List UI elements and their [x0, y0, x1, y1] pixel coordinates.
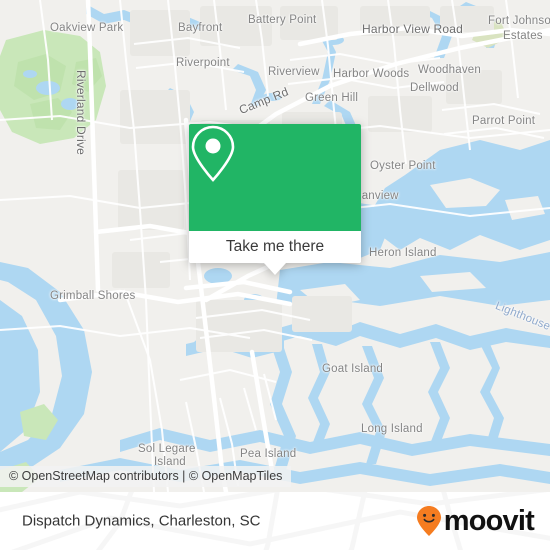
moovit-wordmark: moovit: [443, 504, 535, 537]
map-pin-icon: [191, 125, 235, 182]
take-me-there-label: Take me there: [225, 238, 325, 255]
footer-bar: Dispatch Dynamics, Charleston, SC moovit: [0, 492, 550, 550]
moovit-smiley-pin-icon: [416, 506, 441, 536]
moovit-brand[interactable]: moovit: [416, 504, 535, 537]
page-title: Dispatch Dynamics, Charleston, SC: [22, 512, 261, 530]
attribution-text: © OpenStreetMap contributors | © OpenMap…: [9, 469, 283, 483]
map-screenshot: Oakview Park Bayfront Battery Point Harb…: [0, 0, 550, 550]
popup-pointer: [264, 263, 286, 275]
popup-action-bar[interactable]: Take me there: [189, 231, 361, 263]
popup-body: Take me there: [189, 124, 361, 263]
popup-image-area: [189, 124, 361, 231]
location-popup[interactable]: Take me there: [189, 124, 361, 275]
map-attribution[interactable]: © OpenStreetMap contributors | © OpenMap…: [0, 466, 292, 487]
map-canvas[interactable]: Oakview Park Bayfront Battery Point Harb…: [0, 0, 550, 492]
